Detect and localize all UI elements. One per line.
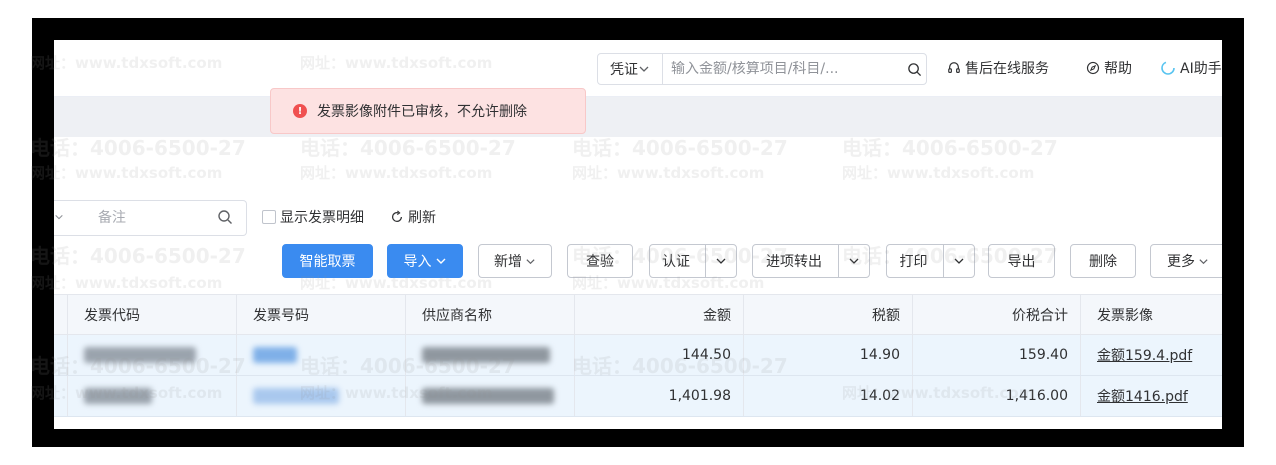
tax-cell: 14.02 bbox=[744, 376, 913, 416]
certify-dropdown[interactable] bbox=[705, 245, 736, 277]
check-button[interactable]: 查验 bbox=[567, 244, 633, 278]
after-sales-service-link[interactable]: 售后在线服务 bbox=[947, 58, 1049, 78]
help-label: 帮助 bbox=[1104, 61, 1132, 77]
after-sales-service-label: 售后在线服务 bbox=[965, 61, 1049, 77]
invoice-number-cell[interactable] bbox=[237, 335, 406, 375]
refresh-label: 刷新 bbox=[408, 210, 436, 226]
invoice-number-cell[interactable] bbox=[237, 376, 406, 416]
row-spacer bbox=[54, 376, 68, 416]
ai-assistant-link[interactable]: AI助手 bbox=[1160, 58, 1222, 78]
smart-fetch-button[interactable]: 智能取票 bbox=[282, 244, 373, 278]
top-bar: 凭证 售后在线服务 帮助 AI助手 bbox=[54, 40, 1222, 97]
invoice-image-link[interactable]: 金额159.4.pdf bbox=[1097, 345, 1192, 365]
global-search: 凭证 bbox=[597, 53, 927, 85]
show-invoice-detail-checkbox[interactable] bbox=[262, 210, 276, 224]
import-button[interactable]: 导入 bbox=[387, 244, 463, 278]
search-input[interactable] bbox=[663, 61, 902, 77]
transfer-out-dropdown[interactable] bbox=[838, 245, 869, 277]
chevron-down-icon bbox=[1199, 258, 1208, 264]
app-window: 凭证 售后在线服务 帮助 AI助手 ! 发票影像附件已审核，不允许删除 bbox=[54, 40, 1222, 429]
search-type-select[interactable]: 凭证 bbox=[598, 54, 663, 84]
search-type-label: 凭证 bbox=[610, 62, 638, 78]
remark-input[interactable] bbox=[96, 209, 210, 227]
total-cell: 1,416.00 bbox=[913, 376, 1081, 416]
chevron-down-icon[interactable] bbox=[54, 212, 64, 222]
chevron-down-icon bbox=[436, 258, 445, 264]
remark-filter bbox=[54, 200, 247, 236]
more-label: 更多 bbox=[1167, 254, 1195, 270]
certify-button[interactable]: 认证 bbox=[649, 244, 737, 278]
search-icon[interactable] bbox=[217, 209, 233, 225]
chevron-down-icon bbox=[954, 258, 964, 264]
print-button[interactable]: 打印 bbox=[886, 244, 975, 278]
refresh-icon bbox=[392, 210, 402, 222]
check-label: 查验 bbox=[586, 254, 614, 270]
chevron-down-icon bbox=[849, 258, 859, 264]
col-tax[interactable]: 税额 bbox=[744, 295, 913, 334]
add-label: 新增 bbox=[494, 254, 522, 270]
chevron-down-icon bbox=[526, 258, 535, 264]
header-spacer bbox=[54, 295, 68, 334]
headset-icon bbox=[948, 62, 960, 73]
invoice-image-cell: 金额1416.pdf bbox=[1081, 376, 1222, 416]
print-dropdown[interactable] bbox=[943, 245, 974, 277]
smart-fetch-label: 智能取票 bbox=[299, 254, 356, 270]
col-supplier-name[interactable]: 供应商名称 bbox=[406, 295, 575, 334]
col-invoice-number[interactable]: 发票号码 bbox=[237, 295, 406, 334]
transfer-out-button[interactable]: 进项转出 bbox=[752, 244, 870, 278]
chevron-down-icon bbox=[716, 258, 726, 264]
help-link[interactable]: 帮助 bbox=[1086, 58, 1132, 78]
row-spacer bbox=[54, 335, 68, 375]
supplier-name-cell bbox=[406, 335, 575, 375]
more-button[interactable]: 更多 bbox=[1150, 244, 1222, 278]
add-button[interactable]: 新增 bbox=[478, 244, 552, 278]
error-icon: ! bbox=[293, 104, 307, 118]
delete-button[interactable]: 删除 bbox=[1070, 244, 1136, 278]
search-icon[interactable] bbox=[902, 62, 926, 77]
tab-strip bbox=[54, 97, 1222, 137]
error-alert: ! 发票影像附件已审核，不允许删除 bbox=[270, 88, 586, 134]
ai-ring-icon bbox=[1161, 61, 1175, 75]
export-button[interactable]: 导出 bbox=[988, 244, 1055, 278]
total-cell: 159.40 bbox=[913, 335, 1081, 375]
refresh-button[interactable]: 刷新 bbox=[390, 207, 436, 227]
col-total[interactable]: 价税合计 bbox=[913, 295, 1081, 334]
amount-cell: 1,401.98 bbox=[575, 376, 744, 416]
import-label: 导入 bbox=[403, 254, 432, 270]
ai-assistant-label: AI助手 bbox=[1180, 61, 1222, 77]
supplier-name-cell bbox=[406, 376, 575, 416]
chevron-down-icon bbox=[639, 66, 649, 72]
invoice-code-cell bbox=[68, 335, 237, 375]
tax-cell: 14.90 bbox=[744, 335, 913, 375]
col-invoice-code[interactable]: 发票代码 bbox=[68, 295, 237, 334]
delete-label: 删除 bbox=[1089, 254, 1117, 270]
col-invoice-image[interactable]: 发票影像 bbox=[1081, 295, 1222, 334]
export-label: 导出 bbox=[1007, 254, 1036, 270]
invoice-image-cell: 金额159.4.pdf bbox=[1081, 335, 1222, 375]
invoice-table-header: 发票代码 发票号码 供应商名称 金额 税额 价税合计 发票影像 bbox=[54, 294, 1222, 335]
alert-message: 发票影像附件已审核，不允许删除 bbox=[317, 104, 527, 120]
certify-label: 认证 bbox=[662, 254, 690, 270]
amount-cell: 144.50 bbox=[575, 335, 744, 375]
print-label: 打印 bbox=[899, 254, 928, 270]
invoice-image-link[interactable]: 金额1416.pdf bbox=[1097, 386, 1188, 406]
table-row[interactable]: 1,401.98 14.02 1,416.00 金额1416.pdf bbox=[54, 376, 1222, 417]
col-amount[interactable]: 金额 bbox=[575, 295, 744, 334]
invoice-code-cell bbox=[68, 376, 237, 416]
compass-icon bbox=[1086, 61, 1100, 75]
table-row[interactable]: 144.50 14.90 159.40 金额159.4.pdf bbox=[54, 335, 1222, 376]
show-invoice-detail-label: 显示发票明细 bbox=[280, 210, 364, 226]
transfer-out-label: 进项转出 bbox=[766, 254, 822, 270]
